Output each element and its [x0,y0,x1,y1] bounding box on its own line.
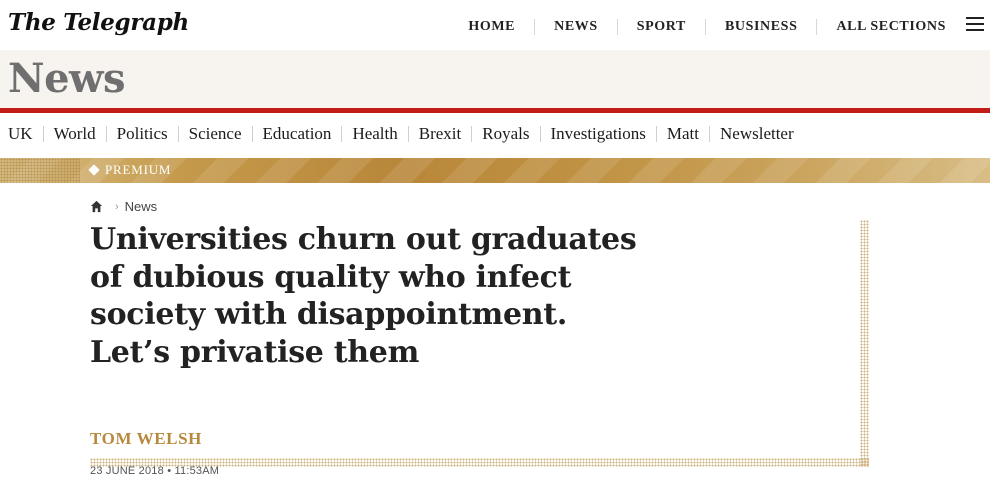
headline-frame-right [860,220,869,467]
article-headline: Universities churn out graduates of dubi… [90,222,637,370]
article-date: 23 JUNE 2018 • 11:53AM [90,465,220,477]
section-subnav: UK World Politics Science Education Heal… [8,125,804,142]
top-bar: The Telegraph HOME NEWS SPORT BUSINESS A… [0,0,990,50]
subnav-brexit[interactable]: Brexit [409,125,473,142]
subnav-health[interactable]: Health [342,125,409,142]
breadcrumb: › News [90,199,157,214]
home-icon[interactable] [90,200,103,213]
nav-all-sections[interactable]: ALL SECTIONS [817,19,954,35]
subnav-politics[interactable]: Politics [107,125,179,142]
subnav-newsletter[interactable]: Newsletter [710,125,804,142]
subnav-education[interactable]: Education [253,125,343,142]
telegraph-logo[interactable]: The Telegraph [8,9,189,36]
nav-news[interactable]: NEWS [535,19,618,35]
premium-pattern [0,158,80,183]
subnav-uk[interactable]: UK [8,125,44,142]
subnav-science[interactable]: Science [179,125,253,142]
premium-badge: PREMIUM [88,162,172,178]
section-header: News [0,50,990,108]
nav-business[interactable]: BUSINESS [706,19,818,35]
section-title[interactable]: News [8,55,125,102]
premium-label: PREMIUM [105,162,172,177]
section-rule [0,108,990,113]
subnav-investigations[interactable]: Investigations [541,125,657,142]
premium-band: PREMIUM [0,158,990,183]
breadcrumb-current[interactable]: News [125,199,158,214]
nav-home[interactable]: HOME [449,19,536,35]
subnav-matt[interactable]: Matt [657,125,710,142]
diamond-icon [88,164,100,176]
breadcrumb-separator: › [115,200,119,213]
menu-icon[interactable] [966,17,984,33]
subnav-royals[interactable]: Royals [472,125,541,142]
top-navigation: HOME NEWS SPORT BUSINESS ALL SECTIONS [449,19,954,35]
article-author[interactable]: TOM WELSH [90,429,202,449]
subnav-world[interactable]: World [44,125,107,142]
nav-sport[interactable]: SPORT [618,19,706,35]
